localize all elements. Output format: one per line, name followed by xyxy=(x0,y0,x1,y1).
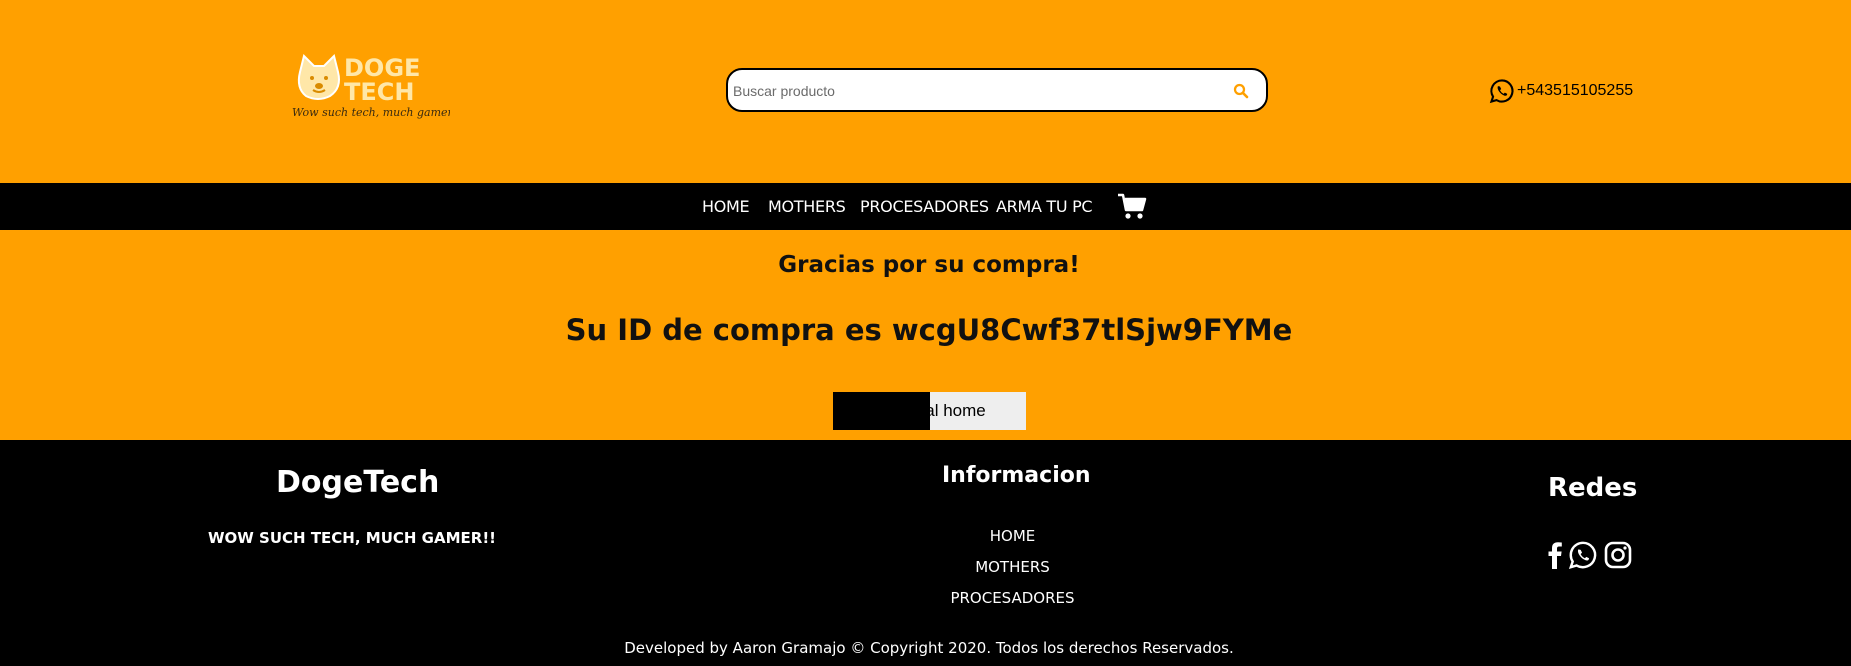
order-id-heading: Su ID de compra es wcgU8Cwf37tlSjw9FYMe xyxy=(565,313,1293,347)
search-bar xyxy=(726,68,1268,112)
footer-link-procesadores[interactable]: PROCESADORES xyxy=(860,587,1165,618)
footer-tagline: WOW SUCH TECH, MUCH GAMER!! xyxy=(207,529,496,547)
phone-contact[interactable]: +543515105255 xyxy=(1489,77,1633,105)
site-header: DOGE TECH Wow such tech, much gamer! +54… xyxy=(0,0,1851,183)
dogetech-logo[interactable]: DOGE TECH Wow such tech, much gamer! xyxy=(290,52,457,124)
thank-you-heading: Gracias por su compra! xyxy=(778,252,1080,278)
search-input[interactable] xyxy=(731,78,1215,104)
nav-arma-tu-pc[interactable]: ARMA TU PC xyxy=(996,197,1093,216)
logo-tagline: Wow such tech, much gamer! xyxy=(292,106,450,119)
logo-line2: TECH xyxy=(344,78,414,106)
social-links xyxy=(1548,540,1632,570)
footer-link-mothers[interactable]: MOTHERS xyxy=(860,556,1165,587)
copyright-text: Developed by Aaron Gramajo © Copyright 2… xyxy=(624,639,1234,657)
cart-icon[interactable] xyxy=(1117,192,1147,220)
footer-social-title: Redes xyxy=(1548,473,1638,503)
whatsapp-icon xyxy=(1489,79,1514,104)
search-icon[interactable] xyxy=(1232,82,1250,100)
main-nav: HOME MOTHERS PROCESADORES ARMA TU PC xyxy=(0,183,1851,230)
nav-mothers[interactable]: MOTHERS xyxy=(768,197,846,216)
footer-links: HOME MOTHERS PROCESADORES xyxy=(860,525,1165,618)
footer-link-home[interactable]: HOME xyxy=(860,525,1165,556)
phone-number: +543515105255 xyxy=(1517,82,1634,99)
facebook-icon[interactable] xyxy=(1548,541,1562,569)
doge-logo-icon: DOGE TECH Wow such tech, much gamer! xyxy=(292,54,457,119)
footer-info-title: Informacion xyxy=(942,463,1091,488)
nav-home[interactable]: HOME xyxy=(702,197,750,216)
site-footer: DogeTech WOW SUCH TECH, MUCH GAMER!! Inf… xyxy=(0,440,1851,666)
instagram-icon[interactable] xyxy=(1604,541,1632,569)
whatsapp-icon[interactable] xyxy=(1568,540,1598,570)
nav-procesadores[interactable]: PROCESADORES xyxy=(860,197,989,216)
back-home-button[interactable]: Volver al home xyxy=(833,392,1026,430)
footer-brand: DogeTech xyxy=(276,465,440,500)
